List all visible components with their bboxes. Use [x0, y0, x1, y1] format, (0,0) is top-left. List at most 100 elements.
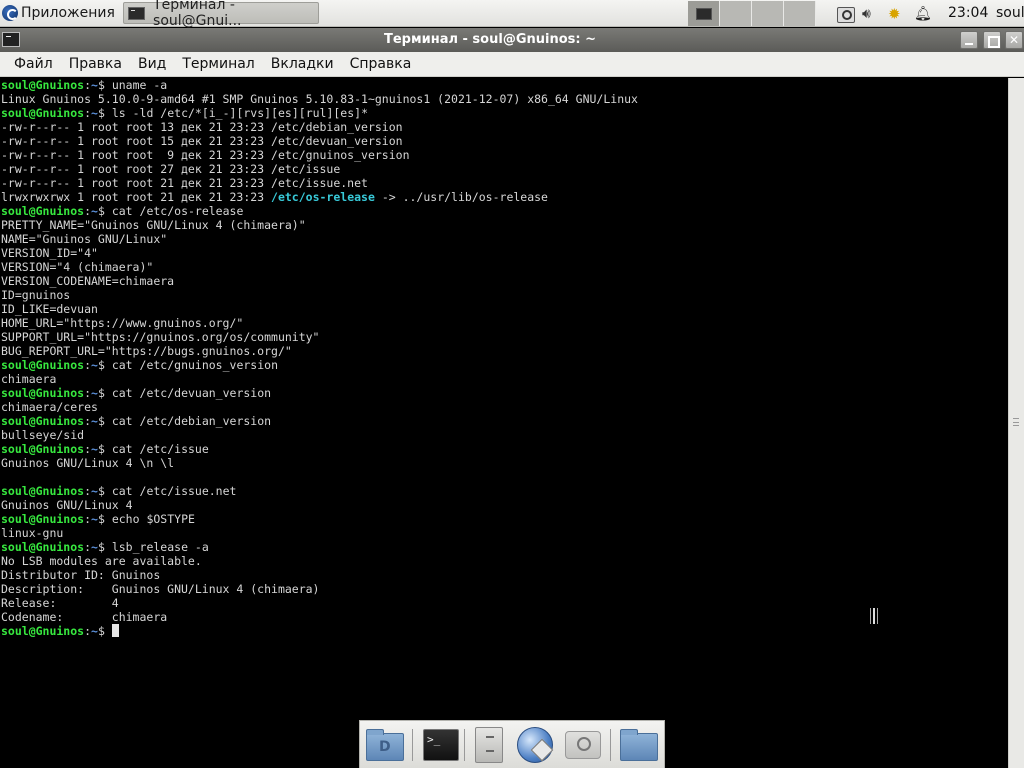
terminal-output-line: ID_LIKE=devuan	[1, 302, 98, 316]
close-button[interactable]: ✕	[1005, 31, 1023, 49]
prompt-user: soul@Gnuinos	[1, 624, 85, 638]
terminal-output-line: Gnuinos GNU/Linux 4	[1, 498, 133, 512]
prompt-path: ~	[91, 386, 98, 400]
search-icon[interactable]	[562, 725, 604, 765]
prompt-separator: :	[84, 414, 92, 428]
terminal-output-line: No LSB modules are available.	[1, 554, 202, 568]
terminal-active-prompt: soul@Gnuinos:~$	[1, 624, 1008, 638]
menu-bar: Файл Правка Вид Терминал Вкладки Справка	[0, 52, 1024, 77]
terminal-output-line: -rw-r--r-- 1 root root 21 дек 21 23:23 /…	[1, 176, 368, 190]
terminal-output-line: SUPPORT_URL="https://gnuinos.org/os/comm…	[1, 330, 320, 344]
terminal-output[interactable]: soul@Gnuinos:~$ uname -a Linux Gnuinos 5.…	[0, 78, 1008, 768]
web-browser-icon[interactable]	[514, 725, 556, 765]
prompt-symbol: $	[97, 386, 112, 400]
prompt-user: soul@Gnuinos	[1, 106, 85, 120]
terminal-cursor	[111, 624, 119, 637]
terminal-output-line: ID=gnuinos	[1, 288, 71, 302]
prompt-symbol: $	[97, 204, 112, 218]
command-text: ls -ld /etc/*[i_-][rvs][es][rul][es]*	[111, 106, 369, 120]
command-text: cat /etc/os-release	[111, 204, 244, 218]
terminal-output-line: Distributor ID: Gnuinos	[1, 568, 161, 582]
prompt-separator: :	[84, 442, 92, 456]
workspace-1[interactable]	[688, 1, 720, 26]
prompt-path: ~	[91, 484, 98, 498]
terminal-output-line: bullseye/sid	[1, 428, 85, 442]
prompt-symbol: $	[97, 358, 112, 372]
clock[interactable]: 23:04	[948, 5, 988, 21]
weather-icon[interactable]: ✹	[888, 5, 908, 23]
workspace-4[interactable]	[784, 1, 816, 26]
notifications-bell-icon[interactable]: 🔔︎	[914, 5, 934, 23]
prompt-path: ~	[91, 358, 98, 372]
command-text: cat /etc/gnuinos_version	[111, 358, 278, 372]
terminal-command-line: soul@Gnuinos:~$ ls -ld /etc/*[i_-][rvs][…	[1, 106, 1008, 120]
prompt-symbol: $	[97, 106, 112, 120]
menu-terminal[interactable]: Терминал	[174, 56, 262, 72]
system-tray: 🔊︎ ✹ 🔔︎	[836, 0, 940, 27]
keyboard-layout-icon[interactable]	[836, 5, 856, 23]
terminal-output-line: NAME="Gnuinos GNU/Linux"	[1, 232, 168, 246]
prompt-separator: :	[84, 540, 92, 554]
menu-tabs[interactable]: Вкладки	[263, 56, 342, 72]
terminal-command-line: soul@Gnuinos:~$ cat /etc/issue.net	[1, 484, 1008, 498]
taskbar-terminal-window[interactable]: Терминал - soul@Gnui...	[122, 0, 319, 29]
volume-icon[interactable]: 🔊︎	[862, 5, 882, 23]
command-text: cat /etc/devuan_version	[111, 386, 272, 400]
prompt-symbol: $	[97, 624, 112, 638]
terminal-output-line: PRETTY_NAME="Gnuinos GNU/Linux 4 (chimae…	[1, 218, 306, 232]
window-title-bar[interactable]: Терминал - soul@Gnuinos: ~ ✕	[0, 28, 1024, 52]
prompt-user: soul@Gnuinos	[1, 204, 85, 218]
prompt-path: ~	[91, 414, 98, 428]
prompt-separator: :	[84, 106, 92, 120]
command-text: cat /etc/debian_version	[111, 414, 272, 428]
terminal-icon[interactable]: >_	[420, 725, 462, 765]
prompt-path: ~	[91, 204, 98, 218]
menu-view[interactable]: Вид	[130, 56, 174, 72]
command-text: lsb_release -a	[111, 540, 209, 554]
minimize-button[interactable]	[960, 31, 978, 49]
terminal-command-line: soul@Gnuinos:~$ uname -a	[1, 78, 1008, 92]
folder-icon[interactable]	[618, 725, 660, 765]
prompt-symbol: $	[97, 512, 112, 526]
prompt-separator: :	[84, 204, 92, 218]
menu-help[interactable]: Справка	[342, 56, 420, 72]
terminal-command-line: soul@Gnuinos:~$ cat /etc/os-release	[1, 204, 1008, 218]
terminal-command-line: soul@Gnuinos:~$ lsb_release -a	[1, 540, 1008, 554]
terminal-icon	[127, 6, 146, 20]
prompt-symbol: $	[97, 540, 112, 554]
user-menu[interactable]: soul	[996, 5, 1024, 21]
dock: >_	[359, 720, 665, 768]
applications-menu[interactable]: Приложения	[0, 0, 119, 27]
terminal-output-line: Codename: chimaera	[1, 610, 168, 624]
taskbar-item-label: Терминал - soul@Gnui...	[153, 0, 242, 29]
symlink-target: -> ../usr/lib/os-release	[374, 190, 548, 204]
terminal-output-line: Linux Gnuinos 5.10.0-9-amd64 #1 SMP Gnui…	[1, 92, 638, 106]
prompt-user: soul@Gnuinos	[1, 414, 85, 428]
menu-file[interactable]: Файл	[6, 56, 61, 72]
terminal-command-line: soul@Gnuinos:~$ cat /etc/debian_version	[1, 414, 1008, 428]
terminal-output-line: lrwxrwxrwx 1 root root 21 дек 21 23:23 /…	[1, 190, 1008, 204]
command-text: echo $OSTYPE	[111, 512, 195, 526]
prompt-user: soul@Gnuinos	[1, 442, 85, 456]
terminal-scrollbar[interactable]	[1008, 78, 1024, 768]
prompt-path: ~	[91, 78, 98, 92]
workspace-3[interactable]	[752, 1, 784, 26]
prompt-separator: :	[84, 512, 92, 526]
workspace-2[interactable]	[720, 1, 752, 26]
terminal-output-line: VERSION_CODENAME=chimaera	[1, 274, 175, 288]
prompt-separator: :	[84, 386, 92, 400]
file-cabinet-icon[interactable]	[467, 725, 509, 765]
prompt-path: ~	[91, 512, 98, 526]
prompt-user: soul@Gnuinos	[1, 512, 85, 526]
prompt-user: soul@Gnuinos	[1, 540, 85, 554]
terminal-glyph: >_	[423, 729, 459, 761]
output-text: lrwxrwxrwx 1 root root 21 дек 21 23:23	[1, 190, 272, 204]
menu-edit[interactable]: Правка	[61, 56, 130, 72]
prompt-separator: :	[84, 624, 92, 638]
scrollbar-grip[interactable]	[1013, 418, 1019, 426]
terminal-output-line: chimaera	[1, 372, 57, 386]
workspace-switcher	[688, 1, 816, 26]
maximize-button[interactable]	[983, 31, 1001, 49]
file-manager-icon[interactable]	[364, 725, 406, 765]
